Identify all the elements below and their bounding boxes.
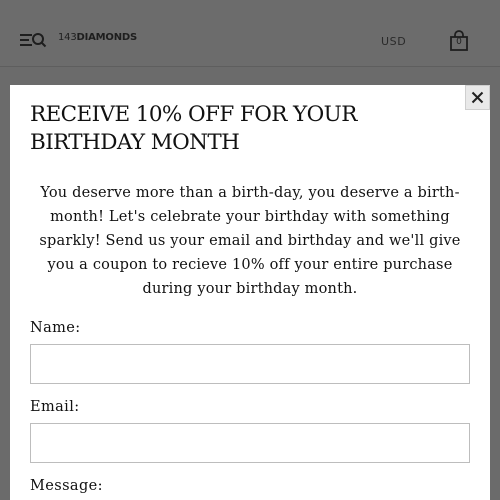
close-icon	[471, 91, 484, 104]
name-input[interactable]	[30, 344, 470, 384]
name-label: Name:	[30, 320, 81, 336]
cart-button[interactable]: 0	[449, 30, 469, 52]
currency-selector[interactable]: USD	[381, 35, 406, 48]
email-input[interactable]	[30, 423, 470, 463]
site-header: 143DIAMONDS USD 0	[0, 0, 500, 67]
menu-icon[interactable]	[20, 34, 32, 46]
site-logo[interactable]: 143DIAMONDS	[58, 32, 137, 43]
message-label: Message:	[30, 478, 103, 494]
cart-count: 0	[456, 37, 462, 47]
email-label: Email:	[30, 399, 80, 415]
popup-title: RECEIVE 10% OFF FOR YOUR BIRTHDAY MONTH	[30, 102, 357, 155]
logo-number: 143	[58, 32, 77, 43]
logo-brand: DIAMONDS	[76, 32, 138, 43]
popup-description: You deserve more than a birth-day, you d…	[39, 185, 461, 297]
birthday-popup: RECEIVE 10% OFF FOR YOUR BIRTHDAY MONTH …	[10, 85, 490, 500]
menu-search-icon[interactable]	[19, 31, 47, 49]
search-icon[interactable]	[32, 33, 47, 48]
close-button[interactable]	[465, 85, 490, 110]
